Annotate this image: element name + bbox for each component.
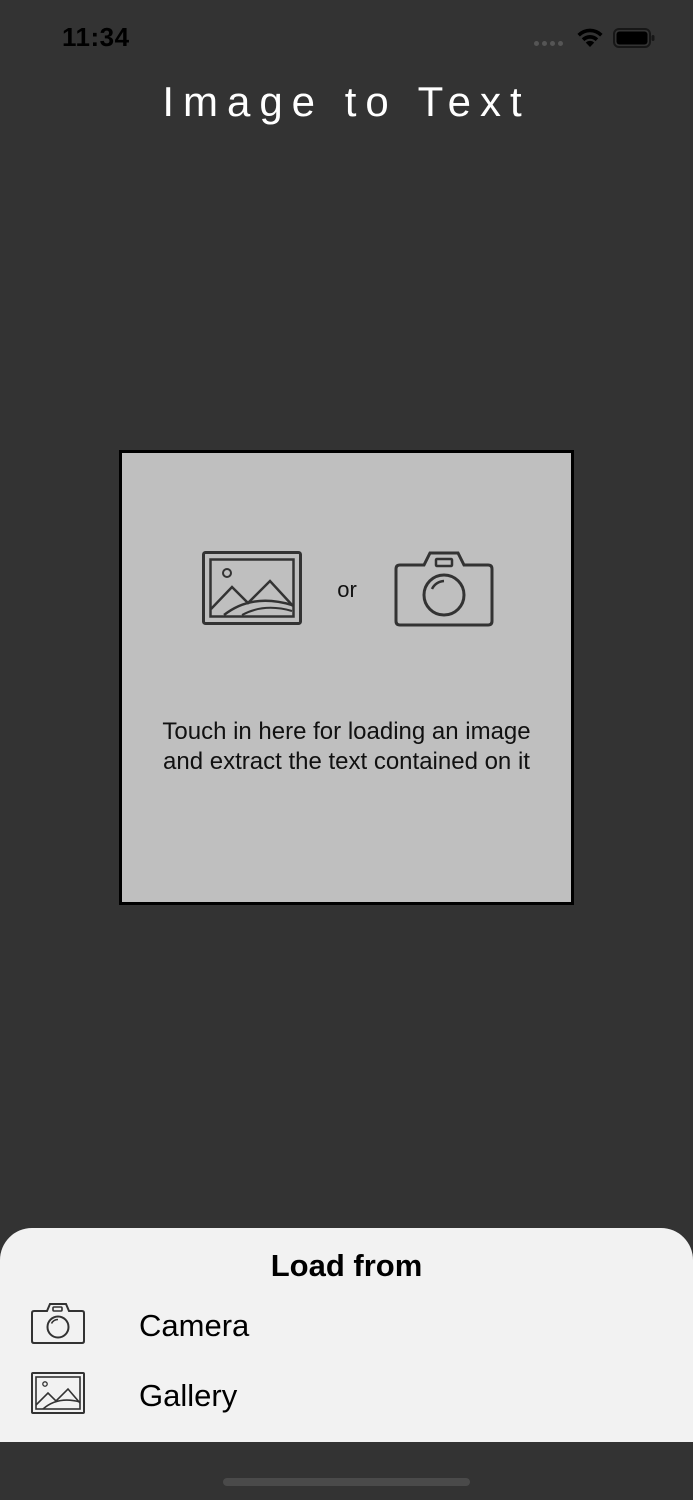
wifi-icon — [577, 28, 603, 47]
gallery-icon — [202, 551, 302, 625]
status-time: 11:34 — [62, 22, 130, 52]
home-indicator[interactable] — [223, 1478, 470, 1486]
status-bar: 11:34 — [0, 0, 693, 80]
image-drop-zone[interactable]: or Touch in here for loading an image an… — [119, 450, 574, 905]
camera-option-label: Camera — [139, 1308, 250, 1343]
battery-icon — [613, 28, 655, 48]
camera-icon — [394, 551, 494, 627]
load-from-sheet: Load from Camera Gallery — [0, 1228, 693, 1442]
or-label: or — [337, 577, 357, 602]
signal-icon — [534, 41, 563, 46]
drop-hint-text: Touch in here for loading an image and e… — [162, 718, 531, 775]
sheet-title: Load from — [270, 1248, 423, 1283]
load-from-gallery-option[interactable]: Gallery — [0, 1364, 693, 1426]
camera-icon — [31, 1303, 85, 1344]
gallery-option-label: Gallery — [139, 1378, 238, 1413]
page-title: Image to Text — [162, 78, 531, 125]
gallery-icon — [31, 1372, 85, 1414]
load-from-camera-option[interactable]: Camera — [0, 1294, 693, 1356]
